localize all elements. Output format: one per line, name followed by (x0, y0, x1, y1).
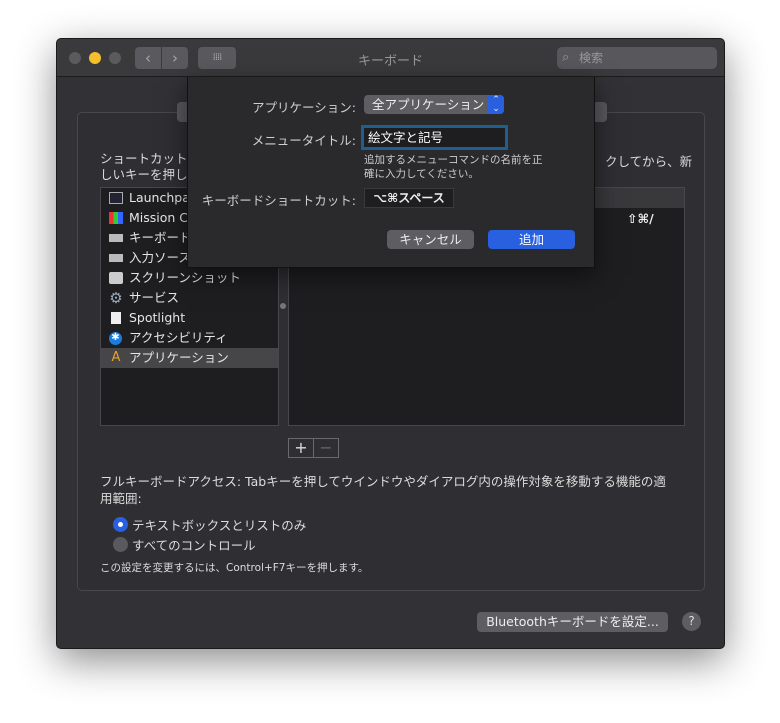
title-bar: ‹ › ⁞⁞⁞⁞ キーボード ⌕ 検索 (57, 39, 724, 77)
description: ショートカットを しいキーを押して (100, 151, 200, 183)
item-label: スクリーンショット (129, 270, 241, 285)
description-line1: ショートカットを (100, 151, 201, 166)
keyboard-icon (109, 254, 123, 262)
shortcut-cell[interactable]: ⇧⌘/ (627, 211, 654, 226)
setup-bluetooth-keyboard-button[interactable]: Bluetoothキーボードを設定... (477, 612, 668, 632)
help-text: 追加するメニューコマンドの名前を正確に入力してください。 (364, 154, 543, 180)
search-placeholder: 検索 (579, 51, 604, 65)
radio-unselected[interactable] (113, 537, 128, 552)
radio-selected[interactable] (113, 517, 128, 532)
add-button[interactable]: + (288, 438, 314, 458)
hint-text: この設定を変更するには、Control+F7キーを押します。 (100, 562, 369, 574)
chevron-up-down-icon: ⌃ ⌄ (488, 95, 504, 114)
item-label: キーボード (129, 230, 192, 245)
list-item[interactable]: Spotlight (101, 308, 278, 328)
gear-icon: ⚙ (109, 289, 123, 307)
item-label: アクセシビリティ (129, 330, 228, 345)
menu-title-label: メニュータイトル: (251, 133, 356, 148)
splitter-handle[interactable] (280, 303, 286, 309)
application-select[interactable]: 全アプリケーション ⌃ ⌄ (364, 95, 504, 114)
item-label: Spotlight (129, 310, 186, 325)
app-value: 全アプリケーション (372, 97, 485, 112)
search-input[interactable]: ⌕ 検索 (557, 47, 717, 69)
menu-title-input[interactable]: 絵文字と記号 (361, 125, 508, 150)
shortcut-recorder[interactable]: ⌥⌘スペース (364, 188, 454, 208)
list-item[interactable]: スクリーンショット (101, 268, 278, 288)
item-label: アプリケーション (129, 350, 229, 365)
radio-label: すべてのコントロール (132, 538, 256, 553)
radio-label: テキストボックスとリストのみ (132, 518, 307, 533)
item-label: サービス (129, 290, 180, 305)
keyboard-preferences-window: ‹ › ⁞⁞⁞⁞ キーボード ⌕ 検索 ショートカットを しいキーを押して クし… (56, 38, 725, 649)
list-item[interactable]: ⚙ サービス (101, 288, 278, 308)
radio-text-boxes[interactable]: テキストボックスとリストのみ (113, 515, 306, 534)
full-keyboard-access-text: フルキーボードアクセス: Tabキーを押してウインドウやダイアログ内の操作対象を… (100, 474, 666, 506)
app-label: アプリケーション: (252, 100, 356, 115)
help-button[interactable]: ? (682, 612, 701, 631)
screenshot-icon (109, 272, 123, 284)
search-icon: ⌕ (562, 50, 570, 65)
app-store-icon: A (111, 350, 121, 365)
shortcut-label: キーボードショートカット: (201, 193, 356, 208)
radio-all-controls[interactable]: すべてのコントロール (113, 535, 256, 554)
description-right: クしてから、新 (605, 154, 693, 169)
list-item[interactable]: ✱ アクセシビリティ (101, 328, 278, 348)
spotlight-icon (111, 312, 121, 324)
remove-button[interactable]: − (313, 438, 339, 458)
description-line2: しいキーを押して (100, 167, 200, 182)
cancel-button[interactable]: キャンセル (387, 230, 474, 249)
list-item[interactable]: A アプリケーション (101, 348, 278, 368)
mission-control-icon (109, 212, 123, 224)
add-shortcut-sheet: アプリケーション: 全アプリケーション ⌃ ⌄ メニュータイトル: 絵文字と記号 … (187, 77, 595, 268)
add-confirm-button[interactable]: 追加 (488, 230, 575, 249)
item-label: Mission C (129, 210, 189, 225)
accessibility-icon: ✱ (109, 332, 122, 345)
item-label: 入力ソース (129, 250, 191, 265)
keyboard-icon (109, 234, 123, 242)
launchpad-icon (109, 192, 123, 204)
